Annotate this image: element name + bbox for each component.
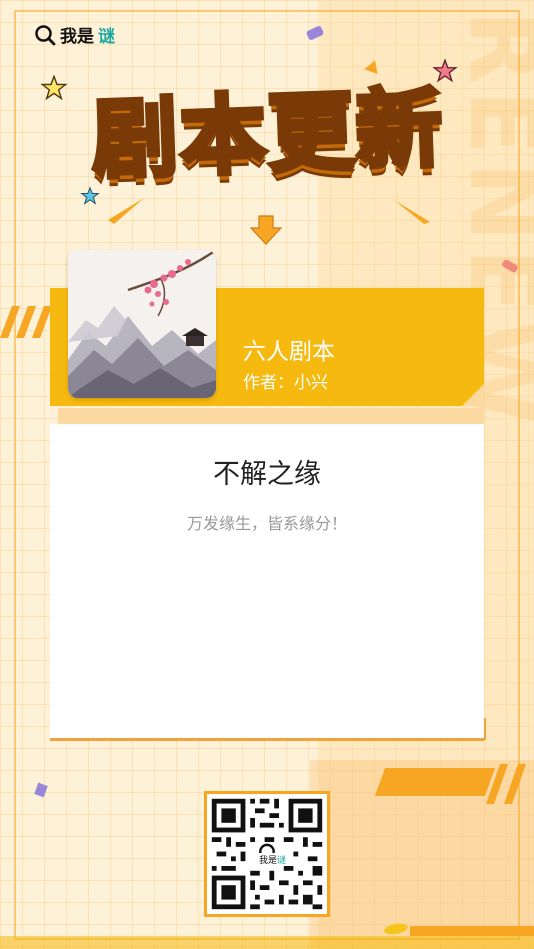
search-icon	[35, 24, 56, 45]
script-author: 作者：小兴	[243, 373, 328, 393]
star-icon	[80, 186, 100, 205]
burst-lines	[394, 200, 430, 224]
accent-bar	[374, 768, 496, 796]
arrow-down-icon	[250, 215, 282, 245]
script-cover-image[interactable]	[68, 250, 216, 398]
qr-brand-label: 我是谜	[257, 853, 289, 866]
title-text: 剧本更新	[88, 76, 448, 193]
bottom-band	[0, 936, 534, 949]
script-type: 六人剧本	[243, 339, 335, 365]
script-name: 不解之缘	[213, 459, 321, 490]
qr-label-accent: 谜	[277, 856, 287, 866]
card-corner-mark	[464, 718, 486, 740]
logo-text: 我是	[60, 27, 94, 47]
logo-accent: 谜	[98, 27, 115, 47]
card-corner-notch	[462, 384, 484, 406]
star-icon	[40, 74, 68, 101]
script-tagline: 万发缘生，皆系缘分！	[186, 514, 347, 533]
page-title: 剧本更新	[48, 76, 488, 193]
poster: RENEW 我是谜 剧本更新 六人剧本 作者：小兴 不解之缘 万发缘生，皆系缘分…	[0, 0, 534, 949]
qr-label-text: 我是	[259, 856, 278, 866]
ink-landscape-illustration	[68, 250, 216, 398]
burst-lines	[108, 198, 144, 224]
brand-logo: 我是谜	[34, 22, 115, 47]
accent-bar	[410, 926, 534, 936]
star-icon	[432, 58, 458, 83]
